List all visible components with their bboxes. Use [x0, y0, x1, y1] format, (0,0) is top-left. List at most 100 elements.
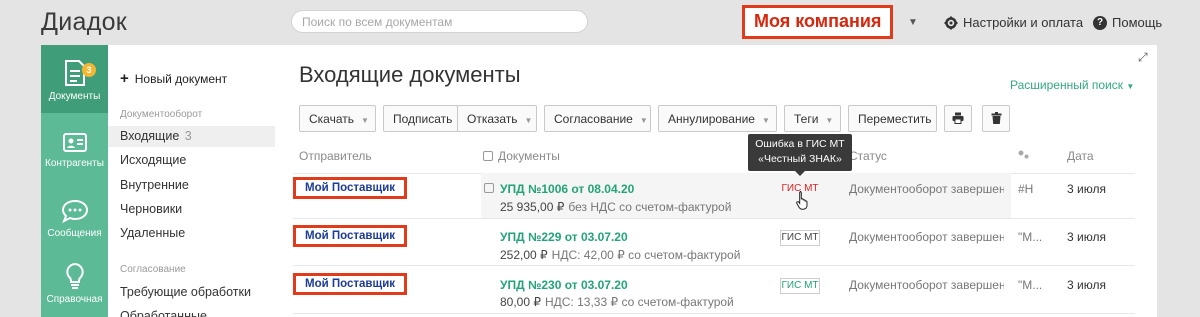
tag-filter-icon[interactable]	[1018, 149, 1030, 163]
section-label-flow: Документооборот	[120, 109, 203, 120]
column-header-status[interactable]: Статус	[849, 149, 889, 163]
move-label: Переместить	[858, 112, 932, 126]
app-logo[interactable]: Диадок	[41, 8, 127, 37]
gis-mt-badge[interactable]: ГИС МТ	[780, 230, 820, 246]
download-label: Скачать	[309, 112, 354, 126]
tooltip-arrow	[795, 171, 805, 176]
printer-icon	[952, 112, 964, 124]
hand-cursor-icon	[796, 191, 808, 210]
column-header-date[interactable]: Дата	[1067, 149, 1094, 163]
row-divider	[293, 265, 1135, 266]
tags-button[interactable]: Теги ▼	[784, 105, 841, 132]
sign-label: Подписать	[393, 112, 453, 126]
new-document-button[interactable]: + Новый документ	[120, 70, 227, 87]
vat-note: НДС: 13,33 ₽ со счетом-фактурой	[545, 295, 734, 309]
tag-label[interactable]: "М...	[1018, 230, 1042, 244]
folder-drafts[interactable]: Черновики	[120, 202, 182, 216]
nav-reference[interactable]: Справочная	[41, 249, 108, 317]
sender-link[interactable]: Мой Поставщик	[293, 177, 407, 199]
nav-messages[interactable]: Сообщения	[41, 181, 108, 249]
folder-nav: + Новый документ Документооборот Входящие…	[108, 45, 275, 317]
reject-button[interactable]: Отказать ▼	[457, 105, 537, 132]
select-all-checkbox[interactable]	[483, 151, 493, 161]
status-text: Документооборот завершен	[849, 278, 1004, 292]
document-amount: 80,00 ₽ НДС: 13,33 ₽ со счетом-фактурой	[500, 295, 734, 309]
column-header-sender[interactable]: Отправитель	[299, 149, 372, 163]
row-checkbox[interactable]	[484, 183, 494, 193]
advanced-search-label: Расширенный поиск	[1010, 78, 1123, 92]
move-button[interactable]: Переместить	[848, 105, 937, 132]
column-header-documents[interactable]: Документы	[483, 149, 560, 163]
main-nav: 3 Документы Контрагенты Сообщения Справо…	[41, 45, 108, 317]
nav-documents[interactable]: 3 Документы	[41, 45, 108, 113]
folder-deleted[interactable]: Удаленные	[120, 226, 185, 240]
plus-icon: +	[120, 70, 129, 87]
sender-link[interactable]: Мой Поставщик	[293, 273, 407, 295]
folder-incoming-count: 3	[184, 129, 192, 143]
delete-button[interactable]	[982, 105, 1010, 132]
chat-icon	[61, 199, 88, 224]
amount-value: 80,00 ₽	[500, 295, 541, 309]
settings-label: Настройки и оплата	[963, 15, 1084, 30]
search-input[interactable]: Поиск по всем документам	[291, 10, 588, 33]
folder-processed[interactable]: Обработанные	[120, 309, 207, 317]
tags-label: Теги	[794, 112, 819, 126]
download-button[interactable]: Скачать ▼	[299, 105, 376, 132]
amount-value: 252,00 ₽	[500, 248, 548, 262]
gis-mt-badge[interactable]: ГИС МТ	[780, 278, 820, 294]
tooltip-line-1: Ошибка в ГИС МТ	[755, 138, 845, 150]
advanced-search-link[interactable]: Расширенный поиск ▼	[1010, 78, 1134, 92]
company-switcher[interactable]: Моя компания	[742, 5, 894, 39]
chevron-down-icon: ▼	[639, 116, 648, 125]
folder-requiring[interactable]: Требующие обработки	[120, 285, 251, 299]
nav-documents-label: Документы	[48, 91, 101, 102]
help-label: Помощь	[1112, 15, 1163, 30]
chevron-down-icon: ▼	[761, 116, 770, 125]
row-divider	[293, 313, 1135, 314]
section-label-approval: Согласование	[120, 264, 186, 275]
documents-badge: 3	[82, 63, 96, 77]
nav-counterparties-label: Контрагенты	[45, 158, 104, 169]
vat-note: без НДС со счетом-фактурой	[568, 200, 732, 214]
document-amount: 25 935,00 ₽ без НДС со счетом-фактурой	[500, 200, 731, 214]
annul-button[interactable]: Аннулирование ▼	[658, 105, 777, 132]
gis-error-tooltip: Ошибка в ГИС МТ «Честный ЗНАК»	[748, 134, 852, 171]
help-link[interactable]: ? Помощь	[1093, 15, 1162, 30]
document-title-link[interactable]: УПД №230 от 03.07.20	[500, 278, 628, 292]
help-icon: ?	[1093, 15, 1107, 30]
print-button[interactable]	[944, 105, 972, 132]
app-frame: 3 Документы Контрагенты Сообщения Справо…	[41, 45, 1157, 317]
date-text: 3 июля	[1067, 230, 1106, 244]
document-title-link[interactable]: УПД №1006 от 08.04.20	[500, 182, 634, 196]
nav-counterparties[interactable]: Контрагенты	[41, 113, 108, 181]
tag-label[interactable]: "М...	[1018, 278, 1042, 292]
approval-label: Согласование	[554, 112, 633, 126]
status-text: Документооборот завершен	[849, 182, 1004, 196]
column-header-documents-label: Документы	[498, 149, 560, 163]
date-text: 3 июля	[1067, 278, 1106, 292]
folder-outgoing[interactable]: Исходящие	[120, 153, 186, 167]
tooltip-line-2: «Честный ЗНАК»	[758, 153, 842, 165]
vat-note: НДС: 42,00 ₽ со счетом-фактурой	[551, 248, 741, 262]
nav-reference-label: Справочная	[46, 294, 103, 305]
sender-link[interactable]: Мой Поставщик	[293, 225, 407, 247]
folder-incoming-label: Входящие	[120, 129, 180, 143]
expand-icon[interactable]: ⤢	[1138, 50, 1148, 65]
document-title-link[interactable]: УПД №229 от 03.07.20	[500, 230, 628, 244]
date-text: 3 июля	[1067, 182, 1106, 196]
column-header-status-label: Статус	[849, 149, 887, 163]
status-text: Документооборот завершен	[849, 230, 1004, 244]
settings-link[interactable]: Настройки и оплата	[944, 15, 1083, 30]
folder-internal[interactable]: Внутренние	[120, 178, 189, 192]
tag-label[interactable]: #Н	[1018, 182, 1033, 196]
reject-label: Отказать	[467, 112, 518, 126]
folder-incoming[interactable]: Входящие 3	[120, 129, 192, 143]
lightbulb-icon	[65, 262, 84, 289]
chevron-down-icon[interactable]: ▼	[908, 17, 918, 28]
amount-value: 25 935,00 ₽	[500, 200, 565, 214]
sign-button[interactable]: Подписать	[383, 105, 458, 132]
approval-button[interactable]: Согласование ▼	[544, 105, 651, 132]
annul-label: Аннулирование	[668, 112, 755, 126]
tag-icon	[1018, 150, 1029, 159]
contacts-icon	[62, 133, 87, 152]
